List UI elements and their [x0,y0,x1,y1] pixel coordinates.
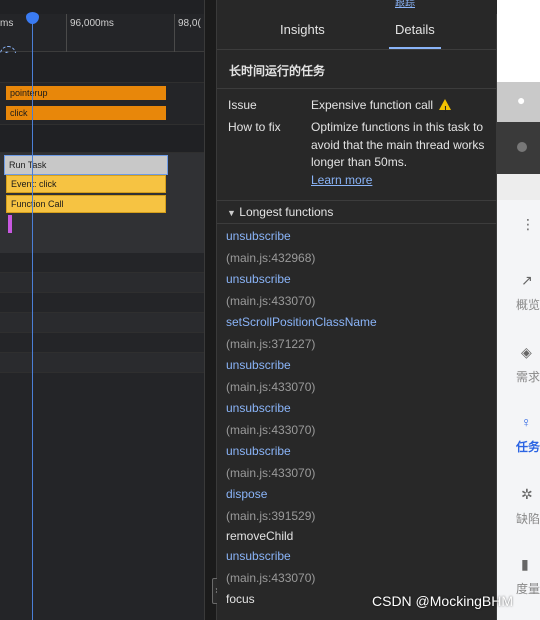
divider [217,223,497,224]
panel-splitter[interactable] [204,0,217,620]
app-toolbar: C [497,174,540,368]
how-to-fix-text: Optimize functions in this task to avoid… [311,120,485,169]
layers-icon: ◈ [521,344,532,360]
function-name: removeChild [226,529,294,543]
function-link[interactable]: unsubscribe [226,398,491,419]
sidebar-item-metrics[interactable]: 度量 [516,580,540,597]
function-location: (main.js:391529) [226,509,316,523]
section-title: 长时间运行的任务 [229,64,326,78]
timeline-panel[interactable]: ms 96,000ms 98,0( ↖ pointerup click Run … [0,0,204,620]
active-tab-indicator [389,47,441,49]
function-link[interactable]: unsubscribe [226,546,491,567]
tick-label: ms [0,18,14,29]
function-link[interactable]: unsubscribe [226,355,491,376]
details-tabs: Insights Details [217,14,497,50]
function-location: (main.js:433070) [226,466,316,480]
function-location: (main.js:371227) [226,337,316,351]
tab-insights[interactable]: Insights [280,22,325,37]
sidebar-item-requirements[interactable]: 需求 [516,368,540,385]
interaction-bar[interactable]: pointerup [6,86,166,100]
warning-icon: ! [439,99,452,114]
sidebar-item-tasks[interactable]: 任务 [516,438,540,455]
event-click-bar[interactable]: Event: click [6,175,166,193]
tick-label: 98,0( [178,18,201,29]
disclosure-triangle-icon: ▼ [227,208,236,218]
learn-more-link[interactable]: Learn more [311,173,372,187]
how-to-fix-label: How to fix [228,120,281,134]
longest-functions-toggle[interactable]: ▼ Longest functions [227,205,333,219]
track-row [0,293,204,313]
function-link[interactable]: unsubscribe [226,269,491,290]
sidebar-item-overview[interactable]: 概览 [516,296,540,313]
tick-line [174,14,175,52]
subcall-bar[interactable] [8,215,12,233]
grid-icon[interactable]: ⋮⋮ [521,216,540,233]
app-sidebar: ⋮⋮ ↗ 概览 ◈ 需求 ♀ 任务 ✲ 缺陷 ▮ 度量 [497,200,540,620]
divider [217,88,497,89]
issue-text: Expensive function call [311,98,434,112]
tick-line [66,14,67,52]
run-task-bar[interactable]: Run Task [4,155,168,175]
bulb-icon: ♀ [521,414,532,430]
screen: ms 96,000ms 98,0( ↖ pointerup click Run … [0,0,540,620]
divider [217,200,497,201]
track-row [0,125,204,153]
bars-icon: ▮ [521,556,529,572]
function-link[interactable]: dispose [226,484,491,505]
window-control-icon[interactable] [517,142,527,152]
issue-label: Issue [228,98,257,112]
function-location: (main.js:432968) [226,251,316,265]
watermark: CSDN @MockingBHM [372,593,514,609]
function-location: (main.js:433070) [226,423,316,437]
function-location: (main.js:433070) [226,380,316,394]
function-link[interactable]: setScrollPositionClassName [226,312,491,333]
issue-value: Expensive function call! [311,97,489,115]
track-row [0,53,204,83]
tab-details[interactable]: Details [395,22,435,37]
apple-icon[interactable]: ● [517,92,525,108]
track-row [0,373,204,620]
details-panel: 跟踪 Insights Details 长时间运行的任务 Issue Expen… [217,0,497,620]
interactions-track[interactable]: pointerup click [0,83,204,125]
function-call-bar[interactable]: Function Call [6,195,166,213]
interaction-bar[interactable]: click [6,106,166,120]
details-top-strip: 跟踪 [217,0,497,14]
bug-icon: ✲ [521,486,533,502]
tick-label: 96,000ms [70,18,114,29]
track-row [0,353,204,373]
desktop-area [497,0,540,82]
main-thread-track[interactable]: Run Task Event: click Function Call [0,153,204,253]
how-to-fix-value: Optimize functions in this task to avoid… [311,119,489,189]
mac-menubar: ● [497,82,540,122]
function-location: (main.js:433070) [226,294,316,308]
track-row [0,333,204,353]
track-row [0,273,204,293]
playhead-line[interactable] [32,14,33,620]
chart-icon: ↗ [521,272,533,288]
function-link[interactable]: unsubscribe [226,441,491,462]
longest-functions-list: unsubscribe (main.js:432968) unsubscribe… [226,226,491,610]
track-row [0,253,204,273]
track-row [0,313,204,333]
function-location: (main.js:433070) [226,571,316,585]
background-app: ● C ⋮⋮ ↗ 概览 ◈ 需求 ♀ 任务 ✲ 缺陷 ▮ 度量 [497,0,540,620]
sidebar-item-defects[interactable]: 缺陷 [516,510,540,527]
longest-functions-label: Longest functions [239,205,334,219]
top-link[interactable]: 跟踪 [395,0,415,9]
function-link[interactable]: unsubscribe [226,226,491,247]
